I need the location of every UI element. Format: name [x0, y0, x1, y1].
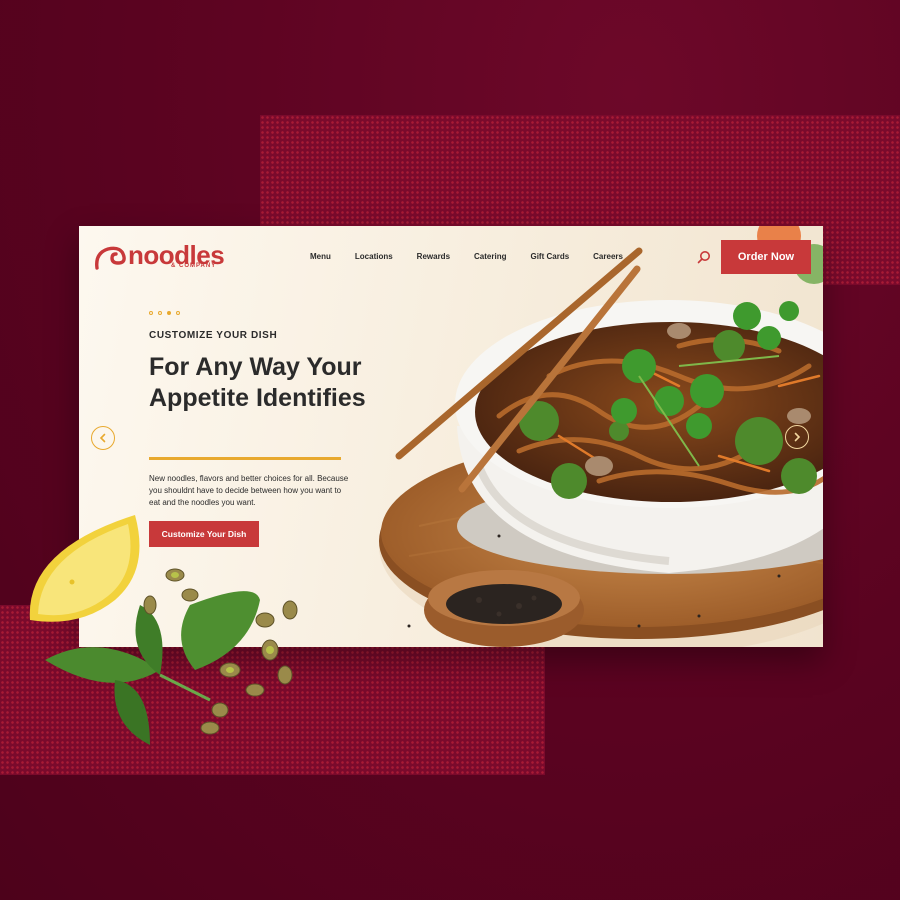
- slide-dot-active[interactable]: [167, 311, 171, 315]
- nav-item-careers[interactable]: Careers: [593, 252, 623, 261]
- hero-eyebrow: CUSTOMIZE YOUR DISH: [149, 330, 278, 341]
- hero-description: New noodles, flavors and better choices …: [149, 474, 349, 507]
- main-nav: Menu Locations Rewards Catering Gift Car…: [310, 252, 647, 261]
- slide-dot[interactable]: [149, 311, 153, 315]
- search-icon[interactable]: [697, 250, 711, 264]
- nav-item-gift-cards[interactable]: Gift Cards: [530, 252, 569, 261]
- noodle-logo-icon: [95, 246, 126, 270]
- nav-item-menu[interactable]: Menu: [310, 252, 331, 261]
- chevron-right-icon: [794, 432, 801, 442]
- slide-dot[interactable]: [176, 311, 180, 315]
- prev-slide-button[interactable]: [91, 426, 115, 450]
- nav-item-rewards[interactable]: Rewards: [417, 252, 450, 261]
- next-slide-button[interactable]: [785, 425, 809, 449]
- chevron-left-icon: [99, 433, 106, 443]
- nav-item-locations[interactable]: Locations: [355, 252, 393, 261]
- slide-pagination: [149, 311, 185, 315]
- slide-dot[interactable]: [158, 311, 162, 315]
- hero-headline: For Any Way Your Appetite Identifies: [149, 353, 366, 412]
- order-now-button[interactable]: Order Now: [721, 240, 811, 274]
- nav-item-catering[interactable]: Catering: [474, 252, 506, 261]
- brand-tagline: & COMPANY: [171, 263, 217, 269]
- lemon-basil-garnish-image: [29, 515, 298, 745]
- headline-underline: [149, 457, 341, 460]
